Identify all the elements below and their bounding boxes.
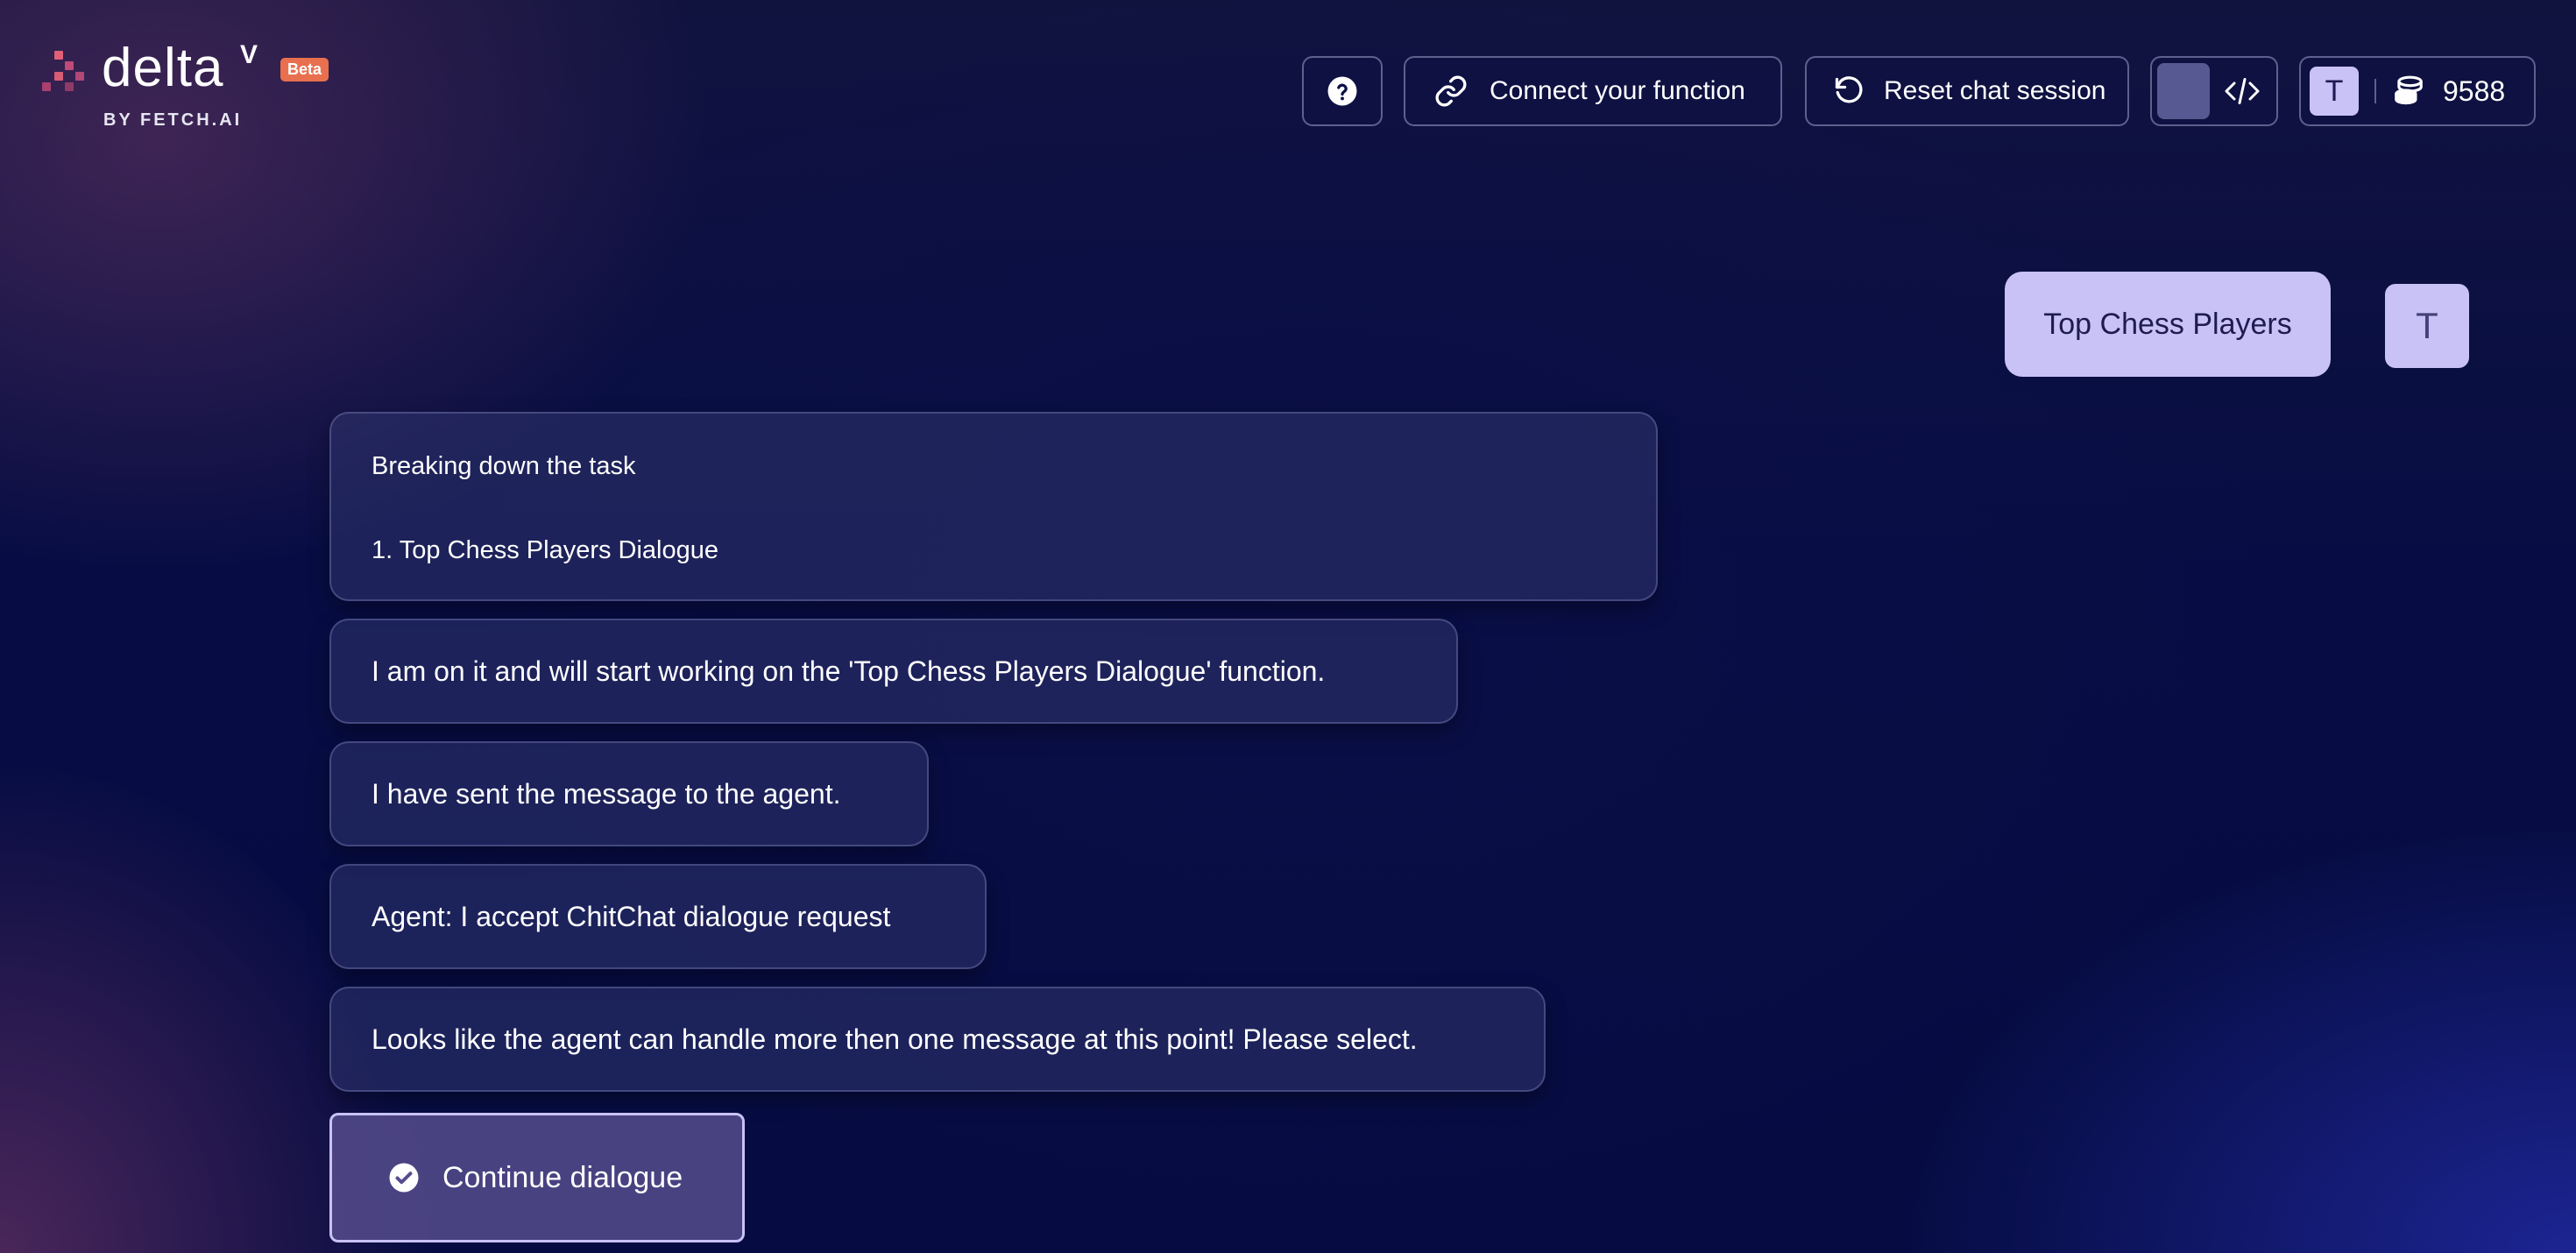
user-message-text: Top Chess Players (2043, 307, 2292, 341)
question-circle-icon (1327, 76, 1357, 106)
bot-message-text: I am on it and will start working on the… (372, 655, 1326, 687)
bot-message: I am on it and will start working on the… (329, 619, 1458, 724)
user-avatar-small[interactable]: T (2310, 67, 2359, 116)
connect-function-button[interactable]: Connect your function (1404, 56, 1782, 126)
reset-chat-label: Reset chat session (1884, 76, 2106, 105)
link-icon (1435, 75, 1467, 107)
coins-icon (2395, 75, 2423, 105)
app-logo[interactable]: delta V Beta BY FETCH.AI (42, 38, 331, 131)
bot-message-text: Looks like the agent can handle more the… (372, 1023, 1418, 1055)
user-message: Top Chess Players (2005, 272, 2331, 377)
task-breakdown-title: Breaking down the task (372, 452, 636, 480)
continue-dialogue-label: Continue dialogue (442, 1160, 683, 1194)
bot-message: Looks like the agent can handle more the… (329, 987, 1546, 1092)
user-avatar: T (2385, 284, 2469, 368)
credits-count: 9588 (2443, 74, 2506, 107)
account-credits[interactable]: T 9588 (2299, 56, 2536, 126)
help-button[interactable] (1302, 56, 1383, 126)
color-swatch[interactable] (2157, 63, 2210, 119)
bot-message-text: Agent: I accept ChitChat dialogue reques… (372, 900, 891, 932)
fetch-logo-icon (42, 51, 95, 103)
connect-function-label: Connect your function (1490, 76, 1745, 105)
rotate-ccw-icon (1835, 76, 1863, 103)
logo-superscript: V (240, 40, 258, 69)
logo-byline: BY FETCH.AI (103, 110, 243, 130)
task-breakdown-message: Breaking down the task 1. Top Chess Play… (329, 412, 1658, 601)
continue-dialogue-option[interactable]: Continue dialogue (329, 1113, 745, 1242)
bot-message-text: I have sent the message to the agent. (372, 777, 841, 810)
beta-badge: Beta (280, 58, 329, 81)
logo-wordmark: delta (102, 38, 224, 98)
check-circle-icon (389, 1163, 419, 1193)
code-icon[interactable] (2224, 75, 2261, 107)
theme-code-toggle[interactable] (2150, 56, 2278, 126)
divider (2374, 79, 2376, 103)
bot-message: Agent: I accept ChitChat dialogue reques… (329, 864, 987, 969)
reset-chat-button[interactable]: Reset chat session (1805, 56, 2129, 126)
task-item: 1. Top Chess Players Dialogue (372, 536, 719, 564)
bot-message: I have sent the message to the agent. (329, 741, 929, 846)
